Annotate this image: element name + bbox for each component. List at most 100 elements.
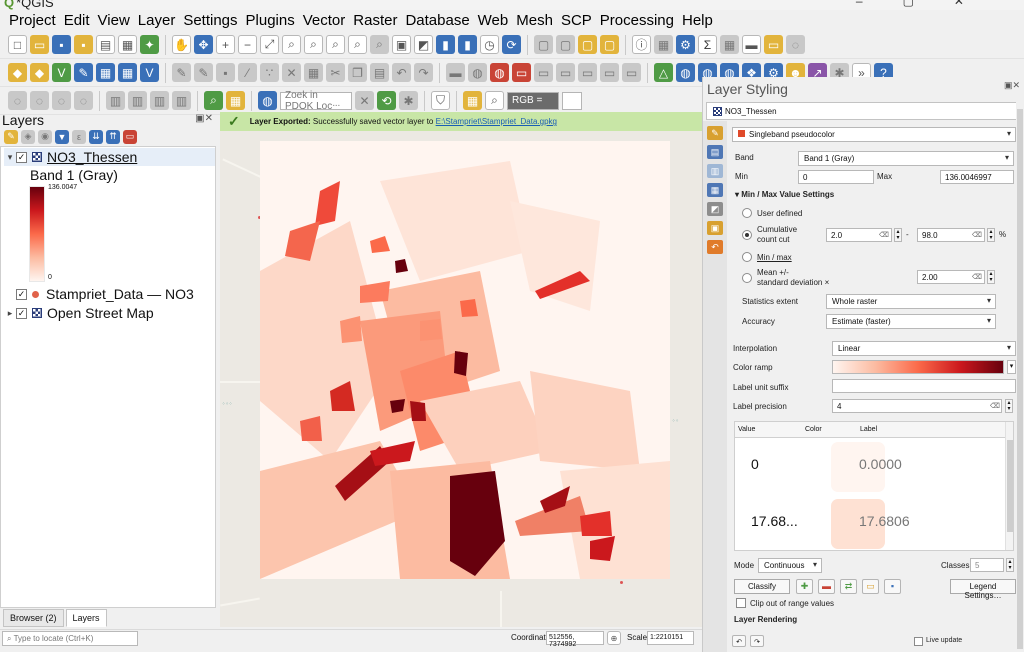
accuracy-select[interactable]: Estimate (faster) bbox=[826, 314, 996, 329]
unit-suffix-input[interactable] bbox=[832, 379, 1016, 393]
manage-theme-icon[interactable]: ◉ bbox=[38, 129, 52, 144]
menu-settings[interactable]: Settings bbox=[179, 12, 241, 29]
label-rotate-icon[interactable]: ▭ bbox=[556, 63, 575, 82]
new-3d-view-icon[interactable]: ◩ bbox=[414, 35, 433, 54]
zoom-full-icon[interactable]: ⤢ bbox=[260, 35, 279, 54]
layer-item-stampriet[interactable]: ✓ Stampriet_Data — NO3 bbox=[16, 285, 194, 303]
max-input[interactable]: 136.0046997 bbox=[940, 170, 1014, 184]
new-geopackage-icon[interactable]: ◆ bbox=[30, 63, 49, 82]
scale-input[interactable]: 1:2210151 bbox=[647, 631, 694, 645]
zoom-in-icon[interactable]: + bbox=[216, 35, 235, 54]
add-wfs-icon[interactable]: V bbox=[140, 63, 159, 82]
load-colormap-icon[interactable]: ▭ bbox=[862, 579, 879, 594]
tab-browser[interactable]: Browser (2) bbox=[3, 609, 64, 627]
data-source-manager-icon[interactable]: ◆ bbox=[8, 63, 27, 82]
scp-shield-icon[interactable]: ⛉ bbox=[431, 91, 450, 110]
dock-close-icon[interactable]: ▣✕ bbox=[195, 113, 213, 124]
statistics-sigma-icon[interactable]: Σ bbox=[698, 35, 717, 54]
header-label[interactable]: Label bbox=[860, 426, 877, 433]
settings-gear-icon[interactable]: ⚙ bbox=[676, 35, 695, 54]
deselect-icon[interactable]: ▢ bbox=[600, 35, 619, 54]
renderer-select[interactable]: Singleband pseudocolor bbox=[732, 127, 1016, 142]
zoom-next-icon[interactable]: ⌕ bbox=[370, 35, 389, 54]
globe-icon[interactable]: ◍ bbox=[676, 63, 695, 82]
zoom-selection-icon[interactable]: ⌕ bbox=[282, 35, 301, 54]
cut-icon[interactable]: ✂ bbox=[326, 63, 345, 82]
styling-scrollbar[interactable] bbox=[1016, 99, 1024, 649]
temporal-icon[interactable]: ◷ bbox=[480, 35, 499, 54]
symbology-tab-icon[interactable]: ✎ bbox=[707, 126, 723, 140]
class-value[interactable]: 17.68... bbox=[751, 513, 798, 529]
bookmarks-icon[interactable]: ▮ bbox=[458, 35, 477, 54]
legend-settings-button[interactable]: Legend Settings… bbox=[950, 579, 1016, 600]
remove-class-icon[interactable]: ▬ bbox=[818, 579, 835, 594]
annotation-icon[interactable]: ◌ bbox=[786, 35, 805, 54]
styling-close-icon[interactable]: ▣✕ bbox=[1004, 80, 1020, 91]
expand-all-icon[interactable]: ⇊ bbox=[89, 129, 103, 144]
coordinate-toggle-icon[interactable]: ⊕ bbox=[607, 631, 621, 645]
identify-icon[interactable]: ⓘ bbox=[632, 35, 651, 54]
raster-tool-icon[interactable]: ▥ bbox=[106, 91, 125, 110]
header-color[interactable]: Color bbox=[805, 426, 822, 433]
clear-meansd-icon[interactable]: ⌫ bbox=[972, 273, 982, 282]
new-map-view-icon[interactable]: ▣ bbox=[392, 35, 411, 54]
save-project-icon[interactable]: ▪ bbox=[52, 35, 71, 54]
add-raster-icon[interactable]: ✎ bbox=[74, 63, 93, 82]
add-mesh-icon[interactable]: ▦ bbox=[96, 63, 115, 82]
raster-tool-4-icon[interactable]: ▥ bbox=[172, 91, 191, 110]
menu-vector[interactable]: Vector bbox=[299, 12, 350, 29]
bookmark-new-icon[interactable]: ▮ bbox=[436, 35, 455, 54]
layer-item-no3-thessen[interactable]: ▾ ✓ NO3_Thessen bbox=[4, 148, 215, 166]
modify-attributes-icon[interactable]: ✕ bbox=[282, 63, 301, 82]
color-classes-table[interactable]: Value Color Label 0 0.0000 17.68... 17.6… bbox=[734, 421, 1014, 551]
layer-checkbox[interactable]: ✓ bbox=[16, 151, 27, 163]
history-forward-icon[interactable]: ↷ bbox=[750, 635, 764, 647]
metadata-tab-icon[interactable]: ▣ bbox=[707, 221, 723, 235]
field-calc-icon[interactable]: ▦ bbox=[720, 35, 739, 54]
precision-input[interactable]: 4 bbox=[832, 399, 1002, 413]
tab-layers[interactable]: Layers bbox=[65, 609, 107, 627]
add-wms-icon[interactable]: ▦ bbox=[118, 63, 137, 82]
menu-plugins[interactable]: Plugins bbox=[242, 12, 299, 29]
menu-mesh[interactable]: Mesh bbox=[512, 12, 557, 29]
meansd-radio[interactable] bbox=[742, 273, 752, 283]
precision-spin[interactable]: ▴ ▾ bbox=[1005, 399, 1013, 413]
refresh-icon[interactable]: ⟳ bbox=[502, 35, 521, 54]
raster-tool-3-icon[interactable]: ▥ bbox=[150, 91, 169, 110]
remove-layer-icon[interactable]: ▭ bbox=[123, 129, 137, 144]
identify-select-icon[interactable]: ▢ bbox=[534, 35, 553, 54]
menu-view[interactable]: View bbox=[94, 12, 134, 29]
cumulative-high-spin[interactable]: ▴ ▾ bbox=[987, 228, 995, 242]
interpolation-select[interactable]: Linear bbox=[832, 341, 1016, 356]
save-as-icon[interactable]: ▪ bbox=[74, 35, 93, 54]
scp-band-icon[interactable]: ▦ bbox=[463, 91, 482, 110]
label-props-icon[interactable]: ▭ bbox=[600, 63, 619, 82]
pdok-icon[interactable]: ◍ bbox=[258, 91, 277, 110]
styling-layer-select[interactable]: NO3_Thessen bbox=[706, 102, 1024, 120]
clear-low-icon[interactable]: ⌫ bbox=[879, 231, 889, 240]
layer-item-osm[interactable]: ▸ ✓ Open Street Map bbox=[4, 304, 154, 322]
pan-to-selection-icon[interactable]: ✥ bbox=[194, 35, 213, 54]
label-extra-icon[interactable]: ▭ bbox=[622, 63, 641, 82]
menu-raster[interactable]: Raster bbox=[349, 12, 401, 29]
clip-range-checkbox[interactable] bbox=[736, 598, 746, 608]
expand-arrow-icon[interactable]: ▸ bbox=[4, 308, 16, 319]
mode-select[interactable]: Continuous bbox=[758, 558, 822, 573]
save-colormap-icon[interactable]: ▪ bbox=[884, 579, 901, 594]
menu-processing[interactable]: Processing bbox=[596, 12, 678, 29]
menu-layer[interactable]: Layer bbox=[134, 12, 180, 29]
delete-selected-icon[interactable]: ▦ bbox=[304, 63, 323, 82]
pan-icon[interactable]: ✋ bbox=[172, 35, 191, 54]
window-controls[interactable]: –▢✕ bbox=[856, 0, 1004, 8]
menu-web[interactable]: Web bbox=[474, 12, 513, 29]
qmap-icon[interactable]: ▦ bbox=[226, 91, 245, 110]
message-link[interactable]: E:\Stampriet\Stampriet_Data.gpkg bbox=[436, 117, 557, 126]
add-group-icon[interactable]: ◈ bbox=[21, 129, 35, 144]
map-tips-icon[interactable]: ▭ bbox=[764, 35, 783, 54]
scp-zoom-icon[interactable]: ⌕ bbox=[485, 91, 504, 110]
attribute-table-icon[interactable]: ▦ bbox=[654, 35, 673, 54]
select-features-icon[interactable]: ▢ bbox=[578, 35, 597, 54]
clear-precision-icon[interactable]: ⌫ bbox=[990, 402, 1000, 411]
new-project-icon[interactable]: □ bbox=[8, 35, 27, 54]
layer-checkbox[interactable]: ✓ bbox=[16, 288, 27, 300]
